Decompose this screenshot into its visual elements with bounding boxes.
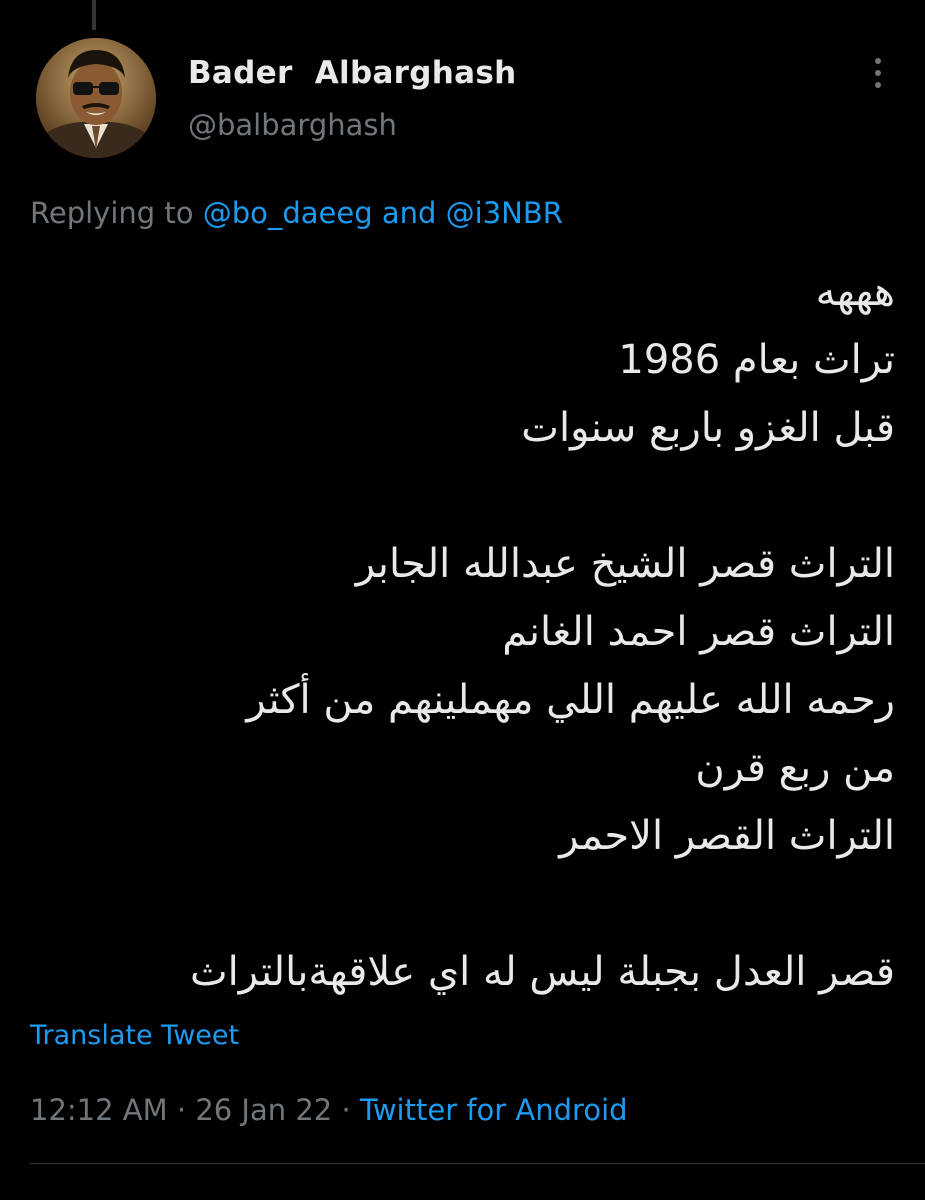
tweet-metadata: 12:12 AM · 26 Jan 22 · Twitter for Andro… — [30, 1093, 628, 1127]
meta-separator: · — [332, 1093, 360, 1127]
tweet-source-link[interactable]: Twitter for Android — [360, 1093, 628, 1127]
more-vertical-icon[interactable] — [868, 58, 888, 98]
tweet-line: قبل الغزو باربع سنوات — [521, 405, 895, 451]
tweet-line: التراث قصر الشيخ عبدالله الجابر — [355, 541, 895, 587]
replying-to-context: Replying to @bo_daeeg and @i3NBR — [30, 196, 563, 230]
tweet-line — [30, 870, 895, 938]
replying-to-prefix: Replying to — [30, 196, 203, 230]
tweet-line: من ربع قرن — [695, 745, 895, 791]
tweet-time[interactable]: 12:12 AM — [30, 1093, 168, 1127]
tweet-line: تراث بعام 1986 — [618, 337, 895, 383]
tweet-line — [30, 462, 895, 530]
tweet-line: التراث القصر الاحمر — [559, 813, 895, 859]
tweet-line: قصر العدل بجبلة ليس له اي علاقهةبالتراث — [190, 949, 895, 995]
author-handle[interactable]: @balbarghash — [188, 108, 397, 142]
thread-connector-line — [92, 0, 96, 30]
tweet-line: هههه — [815, 269, 895, 315]
mention-joiner: and — [372, 196, 446, 230]
mention-link[interactable]: @i3NBR — [446, 196, 563, 230]
avatar-image — [36, 38, 156, 158]
divider — [30, 1163, 925, 1164]
tweet-line: التراث قصر احمد الغانم — [502, 609, 895, 655]
meta-separator: · — [167, 1093, 196, 1127]
mention-link[interactable]: @bo_daeeg — [203, 196, 373, 230]
translate-tweet-link[interactable]: Translate Tweet — [30, 1020, 239, 1051]
tweet-line: رحمه الله عليهم اللي مهملينهم من أكثر — [246, 677, 895, 723]
author-display-name[interactable]: Bader Albarghash — [188, 55, 516, 91]
tweet-date[interactable]: 26 Jan 22 — [195, 1093, 332, 1127]
tweet-text: هههه تراث بعام 1986 قبل الغزو باربع سنوا… — [30, 258, 895, 1006]
avatar[interactable] — [36, 38, 156, 158]
